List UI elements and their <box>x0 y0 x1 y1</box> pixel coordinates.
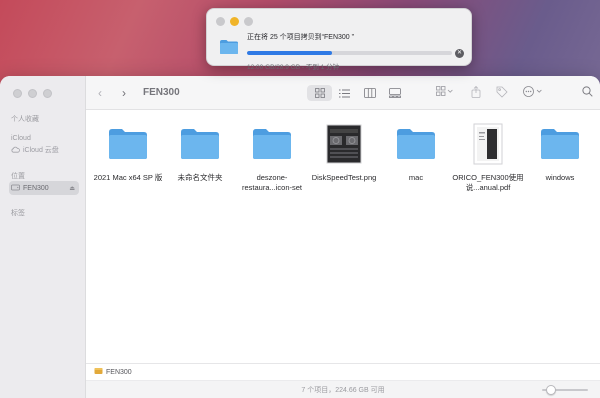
share-icon <box>471 86 481 98</box>
file-name: 2021 Mac x64 SP 版 <box>93 173 163 182</box>
group-icon <box>436 86 453 96</box>
file-name: DiskSpeedTest.png <box>311 173 377 182</box>
file-item-diskspeedtest[interactable]: DiskSpeedTest.png <box>306 121 382 183</box>
group-by-button[interactable] <box>436 86 454 96</box>
drive-icon <box>11 184 20 193</box>
tag-icon <box>496 86 508 98</box>
eject-icon[interactable]: ⏏ <box>69 185 75 192</box>
file-grid: 2021 Mac x64 SP 版 未命名文件夹 deszone-restaur… <box>86 110 600 359</box>
sidebar: 个人收藏 iCloud iCloud 云盘 位置 FEN300 ⏏ 标签 <box>0 76 86 398</box>
file-item-windows[interactable]: windows <box>522 121 598 183</box>
sidebar-item-label: iCloud 云盘 <box>23 147 59 154</box>
share-button[interactable] <box>471 86 481 98</box>
image-thumbnail-icon <box>306 121 382 167</box>
sidebar-item-icloud-drive[interactable]: iCloud 云盘 <box>9 143 79 157</box>
window-controls <box>13 89 52 98</box>
gallery-view-button[interactable] <box>382 85 407 101</box>
list-view-button[interactable] <box>332 85 357 101</box>
status-text: 7 个项目，224.66 GB 可用 <box>301 387 385 394</box>
file-item-mac[interactable]: mac <box>378 121 454 183</box>
window-title: FEN300 <box>143 87 180 98</box>
close-window-button[interactable] <box>216 17 225 26</box>
folder-icon <box>522 121 598 167</box>
close-window-button[interactable] <box>13 89 22 98</box>
ellipsis-circle-icon <box>523 86 542 97</box>
search-button[interactable] <box>582 86 593 97</box>
sidebar-section-favorites: 个人收藏 <box>11 116 39 123</box>
toolbar: ‹ › FEN300 <box>86 76 600 110</box>
grid-icon <box>314 88 325 98</box>
columns-icon <box>363 88 376 98</box>
status-bar: 7 个项目，224.66 GB 可用 <box>86 380 600 398</box>
file-name: deszone-restaura...icon-set <box>241 173 303 192</box>
folder-icon <box>234 121 310 167</box>
folder-icon <box>219 39 239 60</box>
copy-status-title: 正在将 25 个项目拷贝到“FEN300 ” <box>247 34 354 41</box>
cancel-copy-button[interactable]: ✕ <box>455 49 464 58</box>
path-bar-item[interactable]: FEN300 <box>106 369 132 376</box>
window-controls <box>216 17 253 26</box>
minimize-window-button[interactable] <box>28 89 37 98</box>
folder-icon <box>162 121 238 167</box>
view-mode-group <box>307 85 407 101</box>
back-button[interactable]: ‹ <box>98 86 102 100</box>
copy-progress-fill <box>247 51 333 55</box>
list-icon <box>339 89 350 97</box>
file-item-deszone[interactable]: deszone-restaura...icon-set <box>234 121 310 193</box>
forward-button[interactable]: › <box>122 86 126 100</box>
minimize-window-button[interactable] <box>230 17 239 26</box>
file-name: windows <box>545 173 575 182</box>
file-name: ORICO_FEN300使用说...anual.pdf <box>452 173 524 192</box>
file-item-orico-pdf[interactable]: ORICO_FEN300使用说...anual.pdf <box>450 121 526 193</box>
pdf-thumbnail-icon <box>450 121 526 167</box>
zoom-window-button[interactable] <box>43 89 52 98</box>
sidebar-section-icloud: iCloud <box>11 135 31 142</box>
sidebar-section-tags: 标签 <box>11 210 25 217</box>
zoom-window-button[interactable] <box>244 17 253 26</box>
path-bar: FEN300 <box>86 363 600 380</box>
sidebar-item-label: FEN300 <box>23 184 49 192</box>
icon-view-button[interactable] <box>307 85 332 101</box>
tags-button[interactable] <box>496 86 508 98</box>
sidebar-item-fen300[interactable]: FEN300 ⏏ <box>9 181 79 195</box>
gallery-icon <box>388 88 401 98</box>
folder-icon <box>90 121 166 167</box>
drive-icon <box>94 367 103 377</box>
search-icon <box>582 86 593 97</box>
file-item-2021-mac[interactable]: 2021 Mac x64 SP 版 <box>90 121 166 183</box>
copy-status-subtitle: 12.00 GB/28.9 GB - 不到 1 分钟 <box>247 64 340 71</box>
finder-window: 个人收藏 iCloud iCloud 云盘 位置 FEN300 ⏏ 标签 ‹ ›… <box>0 76 600 398</box>
copy-progress-dialog: 正在将 25 个项目拷贝到“FEN300 ” ✕ 12.00 GB/28.9 G… <box>206 8 472 71</box>
file-name: mac <box>408 173 424 182</box>
copy-progress-bar <box>247 51 452 55</box>
folder-icon <box>378 121 454 167</box>
sidebar-section-locations: 位置 <box>11 173 25 180</box>
column-view-button[interactable] <box>357 85 382 101</box>
cloud-icon <box>11 146 20 155</box>
more-actions-button[interactable] <box>523 86 543 97</box>
file-item-untitled-folder[interactable]: 未命名文件夹 <box>162 121 238 183</box>
file-name: 未命名文件夹 <box>177 173 223 182</box>
